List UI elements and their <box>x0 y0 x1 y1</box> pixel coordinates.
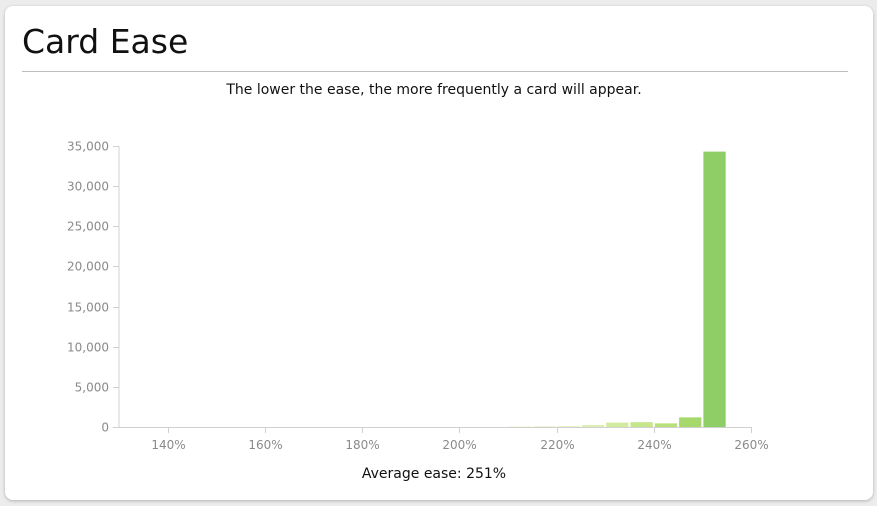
histogram-bar[interactable] <box>508 426 532 427</box>
y-tick-label: 35,000 <box>67 140 109 154</box>
ease-histogram: 0 5,000 10,000 15,000 20,000 25,000 30,000 35,0… <box>67 140 769 453</box>
y-tick-label: 5,000 <box>75 381 109 395</box>
bars <box>508 151 726 427</box>
y-tick-label: 10,000 <box>67 341 109 355</box>
y-tick-label: 30,000 <box>67 180 109 194</box>
x-tick-label: 220% <box>540 438 574 452</box>
x-tick-label: 140% <box>151 438 185 452</box>
y-tick-label: 15,000 <box>67 301 109 315</box>
histogram-bar[interactable] <box>654 423 678 427</box>
y-tick-label: 20,000 <box>67 260 109 274</box>
histogram-bar[interactable] <box>703 151 726 427</box>
x-tick-label: 160% <box>248 438 282 452</box>
histogram-bar[interactable] <box>606 422 629 427</box>
histogram-bar[interactable] <box>630 422 653 427</box>
histogram-bar[interactable] <box>533 426 556 427</box>
card-ease-panel: Card Ease The lower the ease, the more f… <box>5 6 873 500</box>
x-axis: 140% 160% 180% 200% 220% 240% 260% <box>119 427 769 452</box>
histogram-bar[interactable] <box>679 417 702 427</box>
y-tick-label: 0 <box>101 421 109 435</box>
x-tick-label: 240% <box>637 438 671 452</box>
y-axis: 0 5,000 10,000 15,000 20,000 25,000 30,000 35,0… <box>67 140 120 435</box>
y-tick-label: 25,000 <box>67 220 109 234</box>
x-tick-label: 180% <box>345 438 379 452</box>
histogram-bar[interactable] <box>581 424 605 427</box>
x-tick-label: 200% <box>442 438 476 452</box>
x-tick-label: 260% <box>734 438 768 452</box>
average-ease: Average ease: 251% <box>361 466 507 482</box>
histogram-bar[interactable] <box>557 426 580 427</box>
